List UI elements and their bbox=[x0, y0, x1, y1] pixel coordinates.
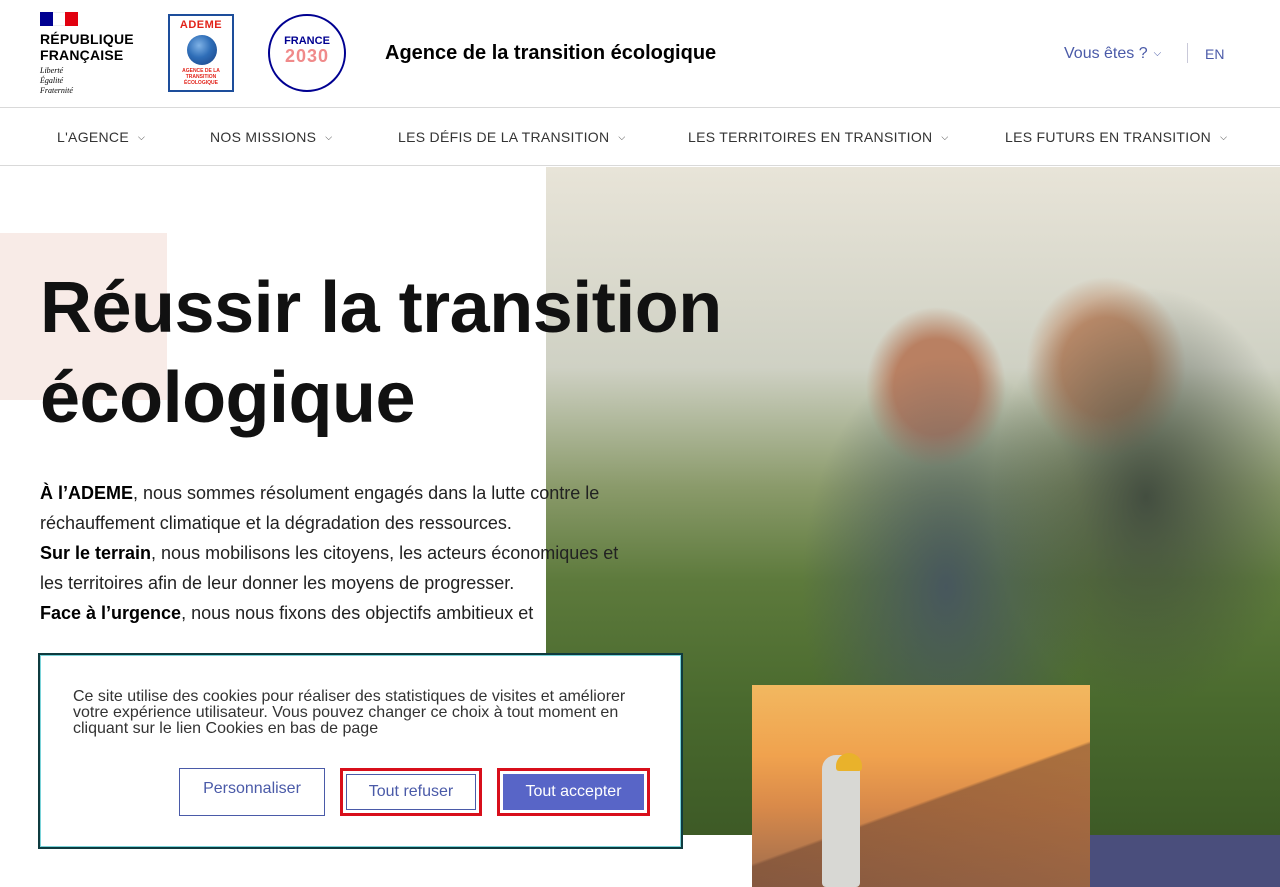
site-header: RÉPUBLIQUE FRANÇAISE Liberté Égalité Fra… bbox=[0, 0, 1280, 108]
hero-p3-text: , nous nous fixons des objectifs ambitie… bbox=[181, 603, 534, 623]
ademe-logo-name: ADEME bbox=[179, 19, 223, 31]
worker-figure bbox=[822, 755, 860, 887]
french-flag-icon bbox=[40, 12, 79, 26]
language-switch[interactable]: EN bbox=[1205, 46, 1224, 62]
helmet-shape bbox=[836, 753, 862, 771]
france-2030-logo[interactable]: FRANCE 2030 bbox=[268, 14, 346, 92]
chevron-down-icon: ⌵ bbox=[941, 132, 949, 142]
nav-item-label: LES TERRITOIRES EN TRANSITION bbox=[688, 129, 933, 145]
hero-p3-bold: Face à l’urgence bbox=[40, 603, 182, 623]
rf-motto-fraternite: Fraternité bbox=[40, 86, 73, 95]
france-2030-line2: 2030 bbox=[284, 46, 330, 66]
nav-item-futurs[interactable]: LES FUTURS EN TRANSITION ⌵ bbox=[1005, 129, 1227, 145]
republique-francaise-logo[interactable]: RÉPUBLIQUE FRANÇAISE Liberté Égalité Fra… bbox=[40, 12, 140, 96]
decorative-blue-block bbox=[1090, 835, 1280, 887]
nav-item-label: L'AGENCE bbox=[57, 129, 129, 145]
hero-paragraph-1: À l’ADEME, nous sommes résolument engagé… bbox=[40, 478, 630, 538]
hero-intro-text: À l’ADEME, nous sommes résolument engagé… bbox=[40, 478, 630, 628]
hero-paragraph-3: Face à l’urgence, nous nous fixons des o… bbox=[40, 598, 630, 628]
chevron-down-icon: ⌵ bbox=[137, 132, 146, 142]
ademe-logo-subtitle: AGENCE DE LA TRANSITION ÉCOLOGIQUE bbox=[170, 68, 232, 86]
solar-panel-photo bbox=[752, 685, 1090, 887]
chevron-down-icon: ⌵ bbox=[325, 132, 333, 142]
rf-motto-egalite: Égalité bbox=[40, 76, 64, 85]
hero-title-line2: écologique bbox=[40, 358, 416, 438]
personalize-cookies-button[interactable]: Personnaliser bbox=[179, 768, 325, 816]
hero-title-line1: Réussir la transition bbox=[40, 268, 722, 348]
nav-item-label: LES FUTURS EN TRANSITION bbox=[1005, 129, 1212, 145]
header-divider bbox=[1187, 43, 1188, 63]
nav-item-agence[interactable]: L'AGENCE ⌵ bbox=[57, 129, 145, 145]
rf-title-line2: FRANÇAISE bbox=[40, 47, 124, 63]
nav-item-label: NOS MISSIONS bbox=[210, 129, 317, 145]
nav-item-missions[interactable]: NOS MISSIONS ⌵ bbox=[210, 129, 332, 145]
globe-icon bbox=[187, 35, 217, 65]
audience-selector[interactable]: Vous êtes ? ⌵ bbox=[1064, 45, 1161, 63]
accept-button-label: Tout accepter bbox=[503, 774, 644, 810]
audience-selector-label: Vous êtes ? bbox=[1064, 45, 1148, 62]
nav-item-territoires[interactable]: LES TERRITOIRES EN TRANSITION ⌵ bbox=[688, 129, 949, 145]
hero-title: Réussir la transition écologique bbox=[40, 263, 780, 443]
ademe-sub-line3: ÉCOLOGIQUE bbox=[184, 80, 218, 86]
rf-title-line1: RÉPUBLIQUE bbox=[40, 31, 134, 47]
nav-item-label: LES DÉFIS DE LA TRANSITION bbox=[398, 129, 610, 145]
main-navigation: L'AGENCE ⌵ NOS MISSIONS ⌵ LES DÉFIS DE LA … bbox=[0, 108, 1280, 166]
accept-all-cookies-button[interactable]: Tout accepter bbox=[497, 768, 650, 816]
rf-motto-liberte: Liberté bbox=[40, 66, 64, 75]
ademe-logo[interactable]: ADEME AGENCE DE LA TRANSITION ÉCOLOGIQUE bbox=[168, 14, 234, 92]
site-title[interactable]: Agence de la transition écologique bbox=[385, 42, 716, 65]
hero-p2-bold: Sur le terrain bbox=[40, 543, 152, 563]
cookie-consent-banner: Ce site utilise des cookies pour réalise… bbox=[38, 653, 683, 849]
refuse-button-label: Tout refuser bbox=[346, 774, 476, 810]
hero-p1-bold: À l’ADEME bbox=[40, 483, 134, 503]
chevron-down-icon: ⌵ bbox=[1220, 132, 1228, 142]
refuse-all-cookies-button[interactable]: Tout refuser bbox=[340, 768, 482, 816]
cookie-consent-text: Ce site utilise des cookies pour réalise… bbox=[73, 688, 626, 737]
chevron-down-icon: ⌵ bbox=[618, 132, 626, 142]
nav-item-defis[interactable]: LES DÉFIS DE LA TRANSITION ⌵ bbox=[398, 129, 626, 145]
chevron-down-icon: ⌵ bbox=[1153, 48, 1162, 59]
hero-paragraph-2: Sur le terrain, nous mobilisons les cito… bbox=[40, 538, 630, 598]
